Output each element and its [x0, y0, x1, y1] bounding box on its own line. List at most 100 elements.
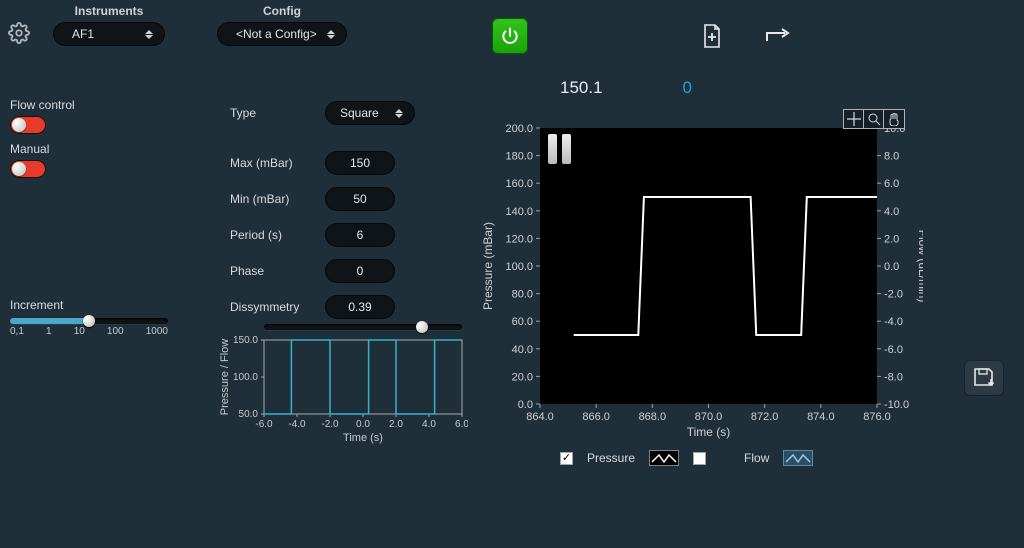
dissymmetry-slider[interactable]	[264, 324, 462, 330]
pressure-legend-label: Pressure	[587, 451, 635, 465]
flow-readout: 0	[683, 78, 692, 98]
svg-text:874.0: 874.0	[807, 411, 835, 423]
svg-text:120.0: 120.0	[505, 233, 533, 245]
svg-text:868.0: 868.0	[639, 411, 667, 423]
crosshair-icon	[847, 112, 861, 126]
svg-text:200.0: 200.0	[505, 123, 533, 135]
magnifier-icon	[867, 112, 881, 126]
flow-line-icon	[785, 452, 811, 464]
svg-text:180.0: 180.0	[505, 151, 533, 163]
forward-icon	[765, 27, 791, 45]
pressure-line-icon	[651, 452, 677, 464]
flow-legend-label: Flow	[744, 451, 769, 465]
svg-text:-8.0: -8.0	[884, 371, 903, 383]
phase-field[interactable]: 0	[325, 259, 395, 283]
svg-text:Time (s): Time (s)	[687, 425, 731, 439]
manual-label: Manual	[10, 142, 180, 156]
zoom-tool[interactable]	[864, 110, 884, 128]
param-label: Min (mBar)	[230, 192, 325, 206]
dissymmetry-field[interactable]: 0.39	[325, 295, 395, 319]
svg-text:-2.0: -2.0	[321, 419, 339, 430]
svg-text:20.0: 20.0	[512, 371, 533, 383]
svg-text:2.0: 2.0	[389, 419, 403, 430]
svg-text:-10.0: -10.0	[884, 399, 909, 411]
svg-text:866.0: 866.0	[582, 411, 610, 423]
svg-text:Pressure (mBar): Pressure (mBar)	[481, 222, 495, 310]
flow-control-label: Flow control	[10, 98, 180, 112]
svg-text:-2.0: -2.0	[884, 289, 903, 301]
svg-text:80.0: 80.0	[512, 289, 533, 301]
svg-text:864.0: 864.0	[526, 411, 554, 423]
svg-text:40.0: 40.0	[512, 344, 533, 356]
svg-text:Time (s): Time (s)	[343, 432, 383, 444]
add-file-button[interactable]	[698, 22, 726, 50]
type-label: Type	[230, 106, 325, 120]
svg-text:872.0: 872.0	[751, 411, 779, 423]
param-label: Dissymmetry	[230, 300, 325, 314]
forward-button[interactable]	[764, 22, 792, 50]
max-field[interactable]: 150	[325, 151, 395, 175]
param-label: Period (s)	[230, 228, 325, 242]
increment-ticks: 0,1 1 10 100 1000	[10, 326, 168, 337]
min-field[interactable]: 50	[325, 187, 395, 211]
svg-text:8.0: 8.0	[884, 151, 899, 163]
svg-text:-6.0: -6.0	[884, 344, 903, 356]
save-download-icon	[972, 367, 996, 389]
svg-text:4.0: 4.0	[422, 419, 436, 430]
period-field[interactable]: 6	[325, 223, 395, 247]
increment-slider[interactable]	[10, 318, 168, 324]
chart-toolbar	[843, 109, 905, 129]
svg-text:-4.0: -4.0	[884, 316, 903, 328]
svg-text:0.0: 0.0	[518, 399, 533, 411]
svg-text:150.0: 150.0	[233, 335, 258, 346]
instrument-value: AF1	[72, 27, 94, 41]
svg-text:Pressure / Flow: Pressure / Flow	[219, 339, 231, 415]
svg-text:4.0: 4.0	[884, 206, 899, 218]
svg-text:100.0: 100.0	[505, 261, 533, 273]
crosshair-tool[interactable]	[844, 110, 864, 128]
type-value: Square	[340, 106, 379, 120]
param-label: Max (mBar)	[230, 156, 325, 170]
svg-text:6.0: 6.0	[455, 419, 468, 430]
svg-text:876.0: 876.0	[863, 411, 891, 423]
type-select[interactable]: Square	[325, 101, 415, 125]
svg-text:-6.0: -6.0	[255, 419, 273, 430]
svg-text:Flow (uL/min): Flow (uL/min)	[916, 230, 923, 303]
param-label: Phase	[230, 264, 325, 278]
pressure-legend-style[interactable]	[649, 450, 679, 466]
flow-legend-style[interactable]	[783, 450, 813, 466]
pan-tool[interactable]	[884, 110, 904, 128]
svg-text:0.0: 0.0	[356, 419, 370, 430]
add-file-icon	[700, 23, 724, 49]
instrument-select[interactable]: AF1	[53, 22, 165, 46]
flow-legend-checkbox[interactable]	[693, 452, 706, 465]
settings-button[interactable]	[8, 22, 30, 44]
svg-text:-4.0: -4.0	[288, 419, 306, 430]
svg-text:6.0: 6.0	[884, 178, 899, 190]
svg-text:160.0: 160.0	[505, 178, 533, 190]
pressure-readout: 150.1	[560, 78, 603, 98]
updown-icon	[324, 26, 338, 42]
hand-icon	[887, 112, 901, 126]
live-chart: 0.0 20.0 40.0 60.0 80.0 100.0 120.0 140.0 160.0 1…	[478, 110, 923, 450]
power-button[interactable]	[492, 18, 528, 54]
svg-text:60.0: 60.0	[512, 316, 533, 328]
manual-toggle[interactable]	[10, 160, 46, 178]
config-select[interactable]: <Not a Config>	[217, 22, 347, 46]
config-label: Config	[263, 4, 301, 18]
power-icon	[500, 26, 520, 46]
flow-control-toggle[interactable]	[10, 116, 46, 134]
svg-text:140.0: 140.0	[505, 206, 533, 218]
export-button[interactable]	[964, 360, 1004, 396]
svg-text:2.0: 2.0	[884, 233, 899, 245]
instruments-label: Instruments	[75, 4, 144, 18]
svg-text:0.0: 0.0	[884, 261, 899, 273]
updown-icon	[142, 26, 156, 42]
pause-button[interactable]	[548, 134, 571, 164]
increment-label: Increment	[10, 298, 180, 312]
gear-icon	[8, 22, 30, 44]
pressure-legend-checkbox[interactable]	[560, 452, 573, 465]
svg-text:100.0: 100.0	[233, 372, 258, 383]
waveform-preview-chart: 50.0100.0150.0-6.0-4.0-2.00.02.04.06.0Ti…	[218, 334, 468, 444]
config-value: <Not a Config>	[236, 27, 317, 41]
